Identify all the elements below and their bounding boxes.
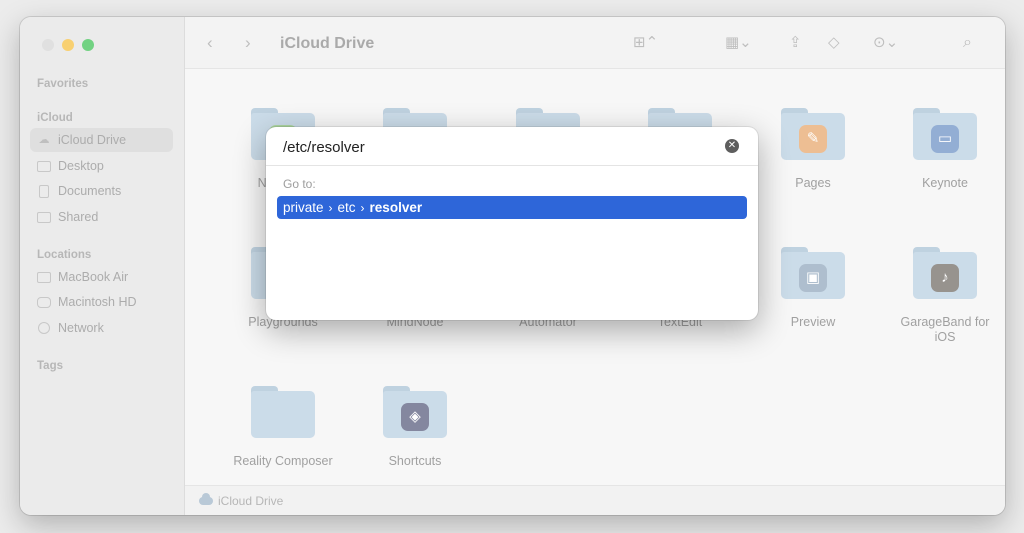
go-to-folder-dialog: ✕ Go to: private › etc › resolver xyxy=(266,127,758,320)
go-to-label: Go to: xyxy=(283,177,316,191)
chevron-right-icon: › xyxy=(360,200,365,215)
path-segment-private: private xyxy=(283,200,324,215)
path-suggestion[interactable]: private › etc › resolver xyxy=(277,196,747,219)
path-segment-etc: etc xyxy=(337,200,356,215)
divider xyxy=(266,165,758,166)
chevron-right-icon: › xyxy=(328,200,333,215)
clear-input-button[interactable]: ✕ xyxy=(725,139,739,153)
path-segment-resolver: resolver xyxy=(369,200,423,215)
path-input[interactable] xyxy=(266,127,758,165)
